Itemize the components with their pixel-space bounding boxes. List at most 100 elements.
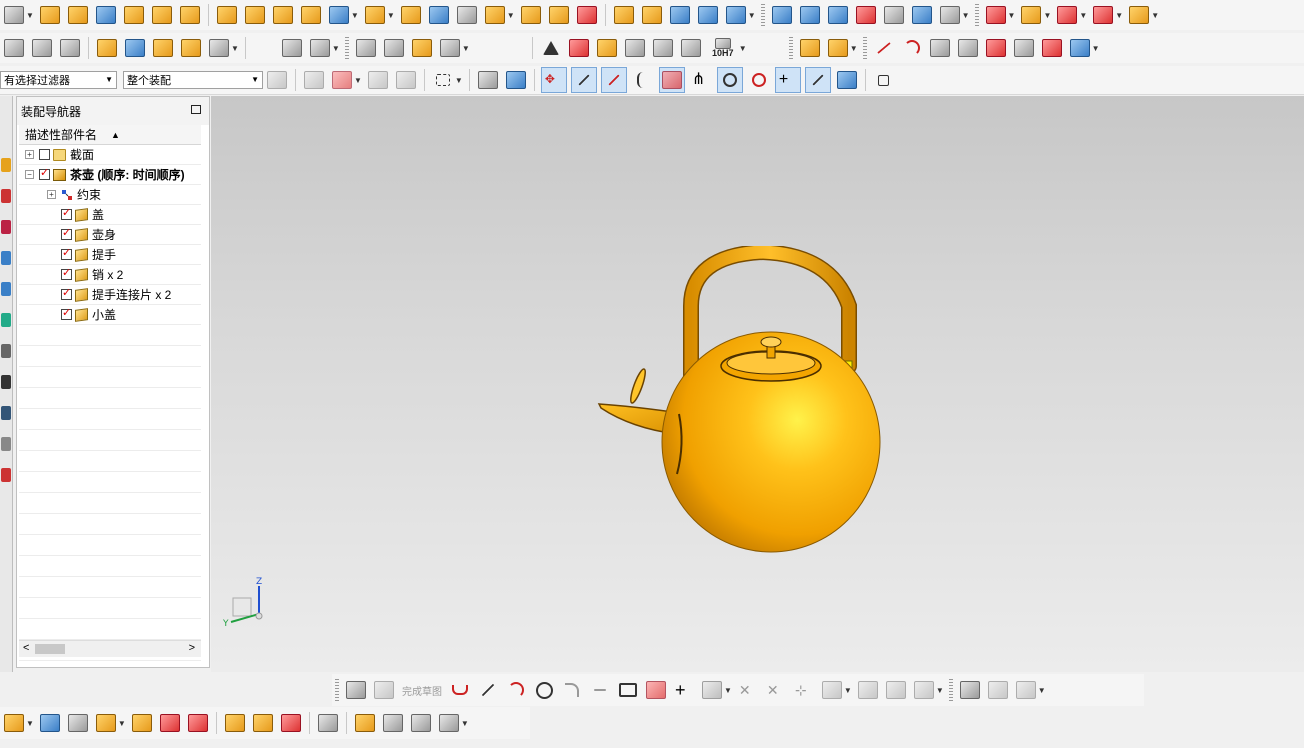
- visibility-checkbox[interactable]: [61, 266, 72, 280]
- new-component-icon[interactable]: [826, 36, 850, 60]
- drawing-sheet-icon[interactable]: [651, 36, 675, 60]
- circle-icon[interactable]: [532, 678, 556, 702]
- bridge-curve-icon[interactable]: [1040, 36, 1064, 60]
- show-degrees-of-freedom-icon[interactable]: [186, 711, 210, 735]
- selection-scope-select[interactable]: 整个装配 ▼: [123, 71, 263, 89]
- extrude-icon[interactable]: [215, 3, 239, 27]
- scroll-thumb[interactable]: [35, 644, 65, 654]
- line-icon[interactable]: [872, 36, 896, 60]
- visibility-checkbox[interactable]: [61, 306, 72, 320]
- roles-tab-icon[interactable]: [1, 406, 11, 420]
- add-component-icon[interactable]: [798, 36, 822, 60]
- offset-curve-icon[interactable]: [984, 36, 1008, 60]
- move-face-icon[interactable]: [519, 3, 543, 27]
- offset-sketch-icon[interactable]: [820, 678, 844, 702]
- copy-body-icon[interactable]: [1091, 3, 1115, 27]
- abc-label-icon[interactable]: [207, 36, 231, 60]
- graphics-viewport[interactable]: Z Y: [211, 96, 1304, 672]
- tree-row[interactable]: + 截面: [19, 145, 201, 165]
- swoop-icon[interactable]: [854, 3, 878, 27]
- lid-knob[interactable]: [760, 336, 782, 348]
- wave-link-icon[interactable]: [1127, 3, 1151, 27]
- expand-icon[interactable]: +: [47, 190, 56, 199]
- type-filter-select[interactable]: 有选择过滤器 ▼: [0, 71, 117, 89]
- curve-tools-icon[interactable]: [1068, 36, 1092, 60]
- general-selection-icon[interactable]: [265, 68, 289, 92]
- assembly-constraints-icon[interactable]: [158, 711, 182, 735]
- center-snap-icon[interactable]: [716, 67, 743, 93]
- product-interface-icon[interactable]: [381, 711, 405, 735]
- ruled-icon[interactable]: [826, 3, 850, 27]
- mirror-curve-icon[interactable]: [856, 678, 880, 702]
- create-new-parent-icon[interactable]: [38, 711, 62, 735]
- studio-spline-icon[interactable]: [644, 678, 668, 702]
- binoculars-icon[interactable]: 10H7: [707, 36, 739, 60]
- spout-lid[interactable]: [628, 368, 648, 405]
- weld-assistant-icon[interactable]: [316, 711, 340, 735]
- reuse-library-tab-icon[interactable]: [1, 220, 11, 234]
- polygon-icon[interactable]: [700, 678, 724, 702]
- sheet-metal-icon[interactable]: [38, 3, 62, 27]
- feature-selection-icon[interactable]: [302, 68, 326, 92]
- make-corner-icon[interactable]: ⊹: [792, 678, 816, 702]
- show-constraints-icon[interactable]: [958, 678, 982, 702]
- snap-settings-icon[interactable]: [835, 68, 859, 92]
- component-selection-icon[interactable]: [330, 68, 354, 92]
- rapid-dimension-icon[interactable]: [884, 678, 908, 702]
- line-snap-icon[interactable]: [804, 67, 831, 93]
- teapot-model[interactable]: [591, 246, 891, 566]
- block-icon[interactable]: [94, 3, 118, 27]
- bearing-icon[interactable]: [438, 36, 462, 60]
- surface-icon[interactable]: [640, 3, 664, 27]
- hd3d-tab-icon[interactable]: [1, 251, 11, 265]
- relationship-browser-icon[interactable]: [409, 711, 433, 735]
- quick-trim-icon[interactable]: ✕: [736, 678, 760, 702]
- rectangle-icon[interactable]: [616, 678, 640, 702]
- point-icon[interactable]: +: [672, 678, 696, 702]
- shape-icon[interactable]: [956, 36, 980, 60]
- add-point-icon[interactable]: [595, 36, 619, 60]
- scroll-right-icon[interactable]: >: [189, 642, 195, 654]
- sweep-icon[interactable]: [427, 3, 451, 27]
- visibility-checkbox[interactable]: [39, 166, 50, 180]
- pattern-gear-icon[interactable]: [623, 36, 647, 60]
- spring-icon[interactable]: [382, 36, 406, 60]
- sketch-icon[interactable]: [344, 678, 368, 702]
- n-sided-icon[interactable]: [696, 3, 720, 27]
- triangle-icon[interactable]: [539, 36, 563, 60]
- auto-constrain-icon[interactable]: [986, 678, 1010, 702]
- brush-icon[interactable]: [679, 36, 703, 60]
- delete-face-icon[interactable]: [575, 3, 599, 27]
- datum-icon[interactable]: [327, 3, 351, 27]
- unite-icon[interactable]: [299, 3, 323, 27]
- visibility-checkbox[interactable]: [61, 286, 72, 300]
- hammer-icon[interactable]: [123, 36, 147, 60]
- arc-icon[interactable]: [900, 36, 924, 60]
- tree-row[interactable]: 小盖: [19, 305, 201, 325]
- analysis-icon[interactable]: [882, 3, 906, 27]
- sketch-arc-icon[interactable]: [504, 678, 528, 702]
- finish-sketch-flag-icon[interactable]: [372, 678, 396, 702]
- polyline-icon[interactable]: [928, 36, 952, 60]
- expand-icon[interactable]: +: [25, 150, 34, 159]
- trim-body-icon[interactable]: [363, 3, 387, 27]
- assembly-constraint-icon[interactable]: [2, 36, 26, 60]
- table-icon[interactable]: [567, 36, 591, 60]
- fillet-icon[interactable]: [560, 678, 584, 702]
- tree-row[interactable]: 提手连接片 x 2: [19, 285, 201, 305]
- part-navigator-tab-icon[interactable]: [1, 158, 11, 172]
- chamfer-icon[interactable]: [150, 3, 174, 27]
- studio-surface-icon[interactable]: [668, 3, 692, 27]
- history-tab-icon[interactable]: [1, 313, 11, 327]
- layer-settings-icon[interactable]: [58, 36, 82, 60]
- tree-row[interactable]: + 约束: [19, 185, 201, 205]
- render-icon[interactable]: [179, 36, 203, 60]
- component-array-icon[interactable]: [66, 711, 90, 735]
- palette-tab-icon[interactable]: [1, 468, 11, 482]
- upstream-selection-icon[interactable]: [366, 68, 390, 92]
- add-existing-icon[interactable]: [2, 711, 26, 735]
- animate-dimension-icon[interactable]: [1014, 678, 1038, 702]
- system-scenes-tab-icon[interactable]: [1, 437, 11, 451]
- gear-icon[interactable]: [410, 36, 434, 60]
- visibility-checkbox[interactable]: [39, 149, 50, 160]
